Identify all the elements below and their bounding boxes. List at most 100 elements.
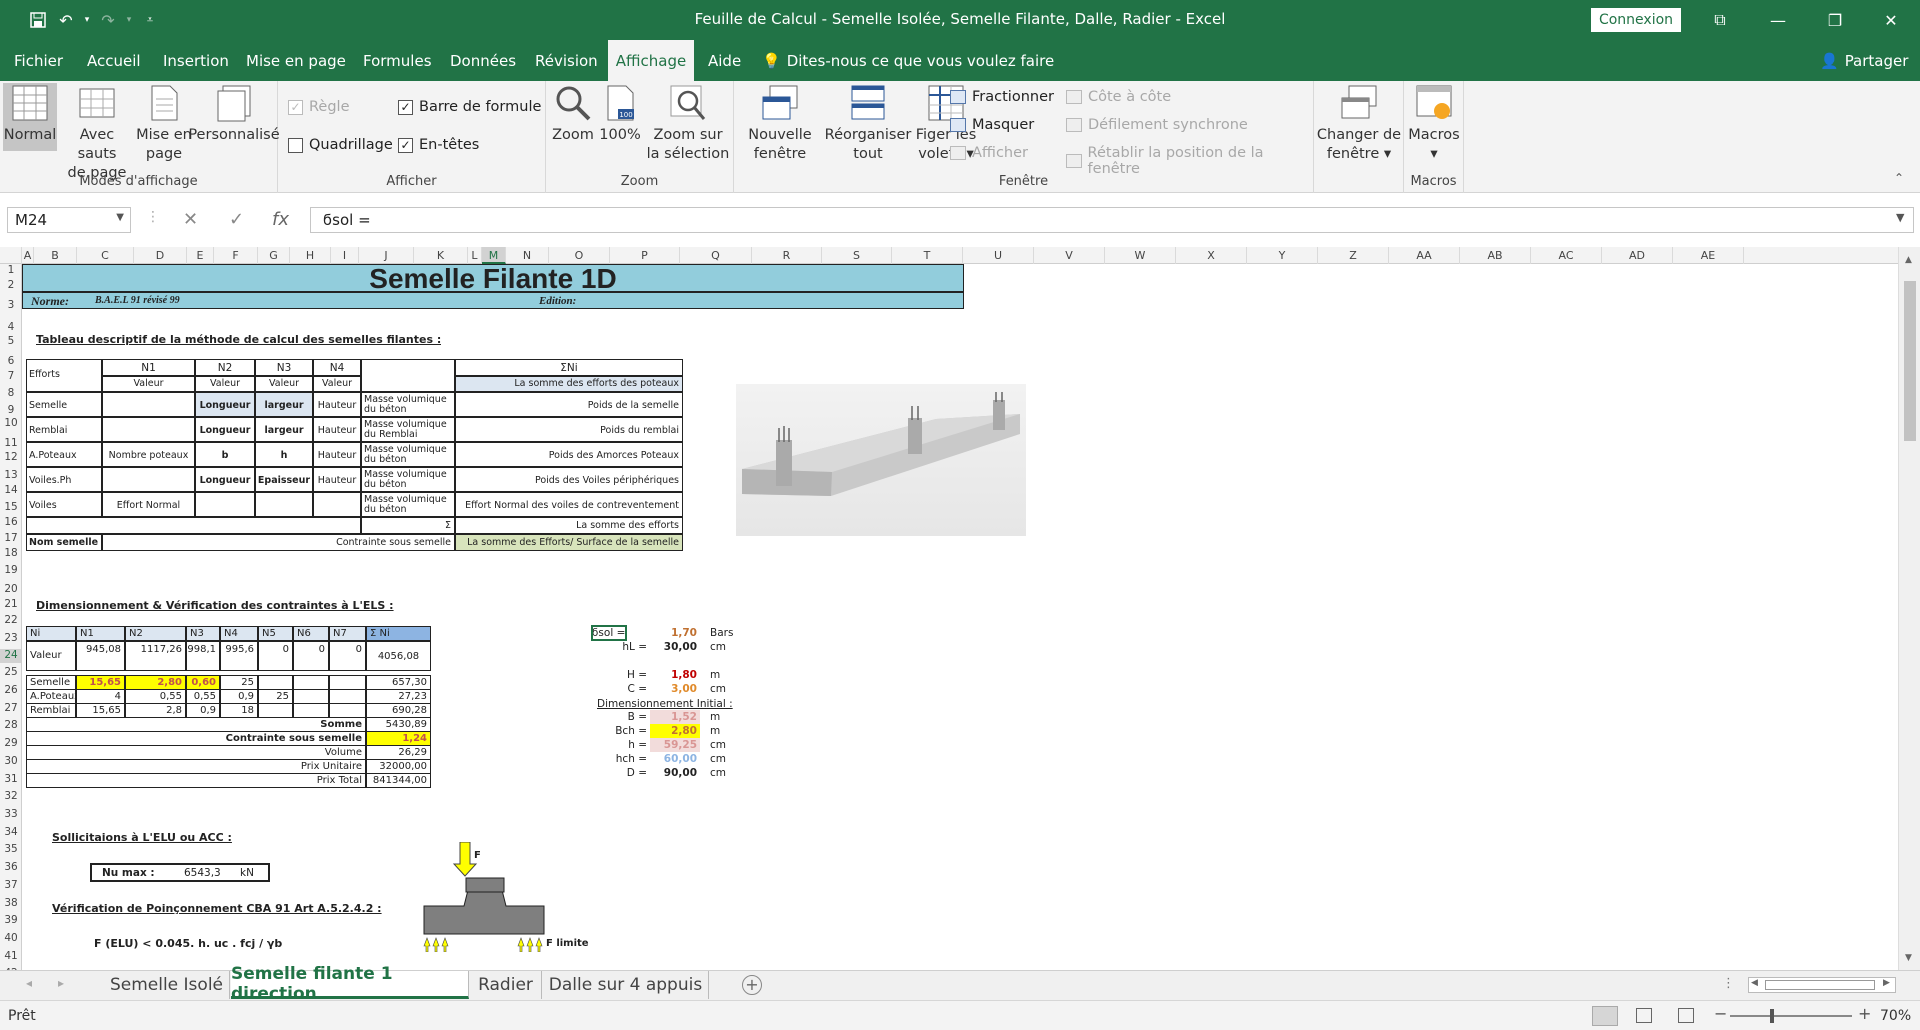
tab-revision[interactable]: Révision (527, 40, 606, 81)
column-header-q[interactable]: Q (680, 247, 752, 264)
tab-formules[interactable]: Formules (355, 40, 440, 81)
column-header-z[interactable]: Z (1318, 247, 1389, 264)
column-header-b[interactable]: B (34, 247, 77, 264)
expand-formula-icon[interactable]: ▼ (1896, 211, 1904, 224)
worksheet-grid[interactable]: Semelle Filante 1D Norme: B.A.E.L 91 rév… (22, 264, 1898, 970)
row-header-13[interactable]: 13 (0, 469, 21, 483)
column-header-o[interactable]: O (549, 247, 610, 264)
arrange-all-button[interactable]: Réorganiser tout (822, 83, 914, 164)
add-sheet-icon[interactable]: + (742, 975, 762, 995)
headings-checkbox[interactable]: ✓ En-têtes (398, 137, 479, 153)
row-header-30[interactable]: 30 (0, 755, 21, 769)
zoom-100-button[interactable]: 100 100% (598, 83, 642, 145)
page-break-preview-button[interactable]: Avec sauts de page (59, 83, 135, 183)
row-header-20[interactable]: 20 (0, 583, 21, 597)
row-header-32[interactable]: 32 (0, 790, 21, 804)
zoom-slider-thumb[interactable] (1770, 1009, 1774, 1023)
row-header-18[interactable]: 18 (0, 547, 21, 561)
chevron-down-icon[interactable]: ▼ (116, 212, 124, 223)
row-header-22[interactable]: 22 (0, 614, 21, 628)
column-header-i[interactable]: I (331, 247, 359, 264)
share-button[interactable]: 👤 Partager (1820, 40, 1908, 81)
row-header-27[interactable]: 27 (0, 702, 21, 716)
restore-icon[interactable]: ❐ (1812, 0, 1858, 40)
zoom-in-icon[interactable]: + (1858, 1004, 1871, 1023)
column-header-aa[interactable]: AA (1389, 247, 1460, 264)
gridlines-checkbox[interactable]: Quadrillage (288, 137, 393, 153)
sync-scroll-button[interactable]: Défilement synchrone (1066, 117, 1248, 133)
row-header-9[interactable]: 9 (0, 404, 21, 418)
horizontal-scroll-thumb[interactable] (1765, 980, 1875, 990)
cancel-icon[interactable]: ✕ (183, 209, 198, 230)
column-header-p[interactable]: P (610, 247, 680, 264)
ribbon-display-options-icon[interactable]: ⧉ (1697, 0, 1743, 40)
tab-accueil[interactable]: Accueil (79, 40, 149, 81)
view-normal-button[interactable]: Normal (3, 83, 57, 151)
page-layout-status-icon[interactable] (1636, 1008, 1652, 1023)
vertical-scroll-thumb[interactable] (1904, 281, 1916, 441)
tab-affichage[interactable]: Affichage (608, 40, 694, 81)
scroll-up-icon[interactable]: ▲ (1905, 255, 1912, 265)
split-button[interactable]: Fractionner (950, 89, 1054, 105)
unhide-button[interactable]: Afficher (950, 145, 1028, 161)
column-header-r[interactable]: R (752, 247, 822, 264)
next-sheet-icon[interactable]: ▸ (58, 976, 64, 990)
column-header-m[interactable]: M (482, 247, 506, 264)
side-by-side-button[interactable]: Côte à côte (1066, 89, 1171, 105)
row-header-24[interactable]: 24 (0, 649, 21, 663)
reset-window-position-button[interactable]: Rétablir la position de la fenêtre (1066, 145, 1313, 177)
scroll-left-icon[interactable]: ◀ (1751, 978, 1758, 988)
scroll-right-icon[interactable]: ▶ (1883, 978, 1890, 988)
ruler-checkbox[interactable]: ✓ Règle (288, 99, 350, 115)
row-header-1[interactable]: 1 (0, 264, 21, 278)
formula-input[interactable]: ϭsol = (310, 207, 1914, 233)
insert-function-icon[interactable]: fx (272, 209, 289, 230)
column-header-s[interactable]: S (822, 247, 892, 264)
row-header-23[interactable]: 23 (0, 632, 21, 646)
row-header-41[interactable]: 41 (0, 950, 21, 964)
column-header-h[interactable]: H (290, 247, 331, 264)
column-header-y[interactable]: Y (1247, 247, 1318, 264)
column-header-a[interactable]: A (22, 247, 34, 264)
row-header-10[interactable]: 10 (0, 417, 21, 431)
column-header-n[interactable]: N (506, 247, 549, 264)
column-header-j[interactable]: J (359, 247, 414, 264)
row-header-25[interactable]: 25 (0, 666, 21, 680)
column-header-k[interactable]: K (414, 247, 468, 264)
zoom-slider[interactable] (1730, 1009, 1852, 1023)
row-header-4[interactable]: 4 (0, 321, 21, 335)
zoom-button[interactable]: Zoom (550, 83, 596, 145)
row-header-7[interactable]: 7 (0, 370, 21, 384)
column-header-w[interactable]: W (1105, 247, 1176, 264)
sheet-tab-semelle-filante[interactable]: Semelle filante 1 direction (231, 964, 469, 1004)
row-header-17[interactable]: 17 (0, 532, 21, 546)
collapse-ribbon-icon[interactable]: ⌃ (1894, 171, 1904, 185)
tell-me-search[interactable]: 💡 Dites-nous ce que vous voulez faire (762, 40, 1054, 81)
zoom-selection-button[interactable]: Zoom sur la sélection (646, 83, 730, 164)
column-header-ae[interactable]: AE (1673, 247, 1744, 264)
row-header-19[interactable]: 19 (0, 564, 21, 578)
row-header-5[interactable]: 5 (0, 335, 21, 349)
row-header-39[interactable]: 39 (0, 914, 21, 928)
row-header-6[interactable]: 6 (0, 355, 21, 369)
name-box[interactable]: M24 ▼ (7, 207, 131, 233)
sheet-tab-semelle-isole[interactable]: Semelle Isolé (104, 971, 230, 999)
scroll-down-icon[interactable]: ▼ (1905, 953, 1912, 963)
column-header-ad[interactable]: AD (1602, 247, 1673, 264)
side-sol-label[interactable]: ϭsol = (591, 625, 627, 641)
column-header-u[interactable]: U (963, 247, 1034, 264)
zoom-out-icon[interactable]: − (1714, 1004, 1727, 1023)
row-header-3[interactable]: 3 (0, 299, 21, 313)
row-header-2[interactable]: 2 (0, 279, 21, 293)
row-header-29[interactable]: 29 (0, 737, 21, 751)
column-header-ab[interactable]: AB (1460, 247, 1531, 264)
horizontal-scrollbar[interactable]: ◀ ▶ (1748, 977, 1896, 993)
row-header-38[interactable]: 38 (0, 897, 21, 911)
tab-splitter-icon[interactable]: ⋮ (1722, 976, 1735, 991)
tab-fichier[interactable]: Fichier (6, 40, 71, 81)
row-header-36[interactable]: 36 (0, 861, 21, 875)
row-header-26[interactable]: 26 (0, 684, 21, 698)
select-all-corner[interactable] (0, 247, 22, 264)
column-header-l[interactable]: L (468, 247, 482, 264)
column-header-v[interactable]: V (1034, 247, 1105, 264)
